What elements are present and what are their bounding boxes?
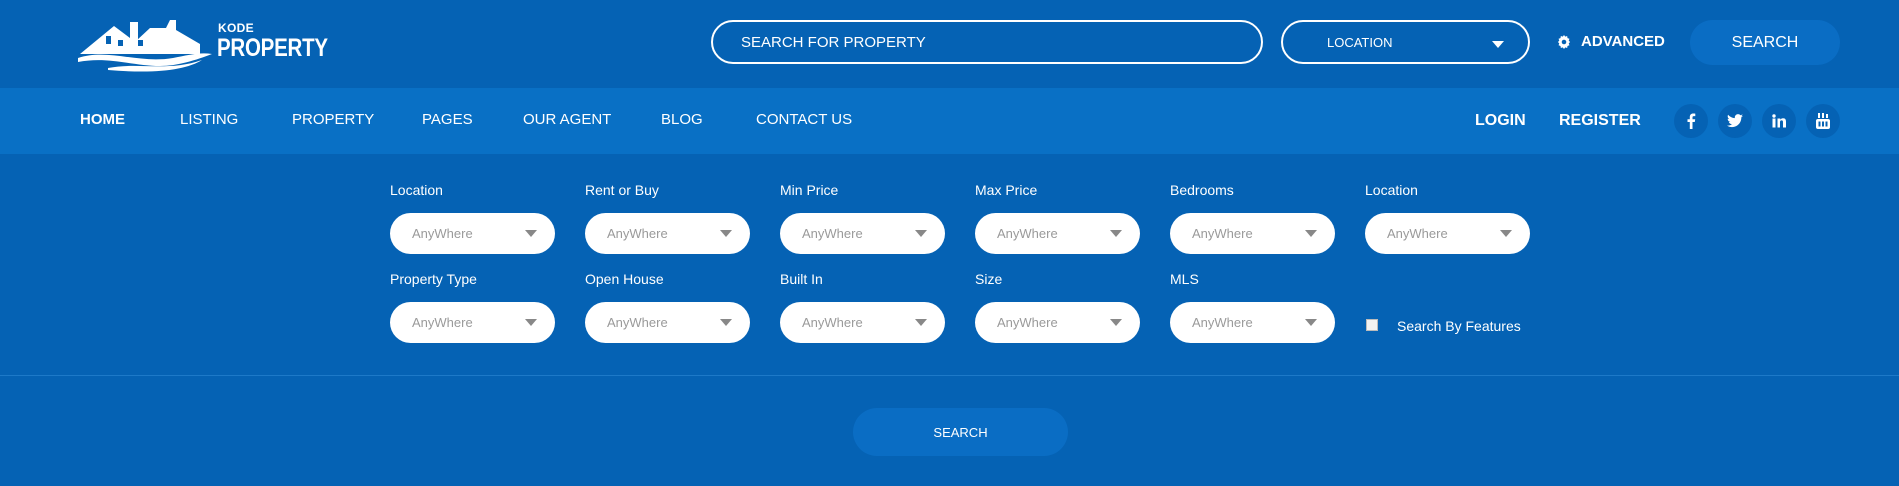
- nav-item-contact-us[interactable]: CONTACT US: [756, 111, 852, 128]
- header-search-button[interactable]: SEARCH: [1690, 20, 1840, 65]
- search-by-features-checkbox[interactable]: [1366, 319, 1378, 331]
- nav-item-property[interactable]: PROPERTY: [292, 111, 374, 128]
- chevron-down-icon: [1492, 41, 1504, 48]
- search-by-features-label[interactable]: Search By Features: [1397, 318, 1521, 334]
- chevron-down-icon: [915, 319, 927, 326]
- youtube-icon[interactable]: [1806, 104, 1840, 138]
- nav-item-blog[interactable]: BLOG: [661, 111, 703, 128]
- filter-label-mls: MLS: [1170, 271, 1199, 287]
- filter-label-location: Location: [390, 182, 443, 198]
- chevron-down-icon: [1305, 319, 1317, 326]
- rent-or-buy-select[interactable]: AnyWhere: [585, 213, 750, 254]
- gear-icon: [1557, 34, 1571, 49]
- facebook-icon[interactable]: [1674, 104, 1708, 138]
- filter-value: AnyWhere: [1192, 315, 1253, 330]
- chevron-down-icon: [720, 230, 732, 237]
- advanced-label: ADVANCED: [1581, 33, 1665, 50]
- chevron-down-icon: [1500, 230, 1512, 237]
- filter-value: AnyWhere: [412, 226, 473, 241]
- chevron-down-icon: [1305, 230, 1317, 237]
- nav-item-pages[interactable]: PAGES: [422, 111, 473, 128]
- location-select[interactable]: LOCATION: [1281, 20, 1530, 64]
- built-in-select[interactable]: AnyWhere: [780, 302, 945, 343]
- main-nav: HOME LISTING PROPERTY PAGES OUR AGENT BL…: [0, 88, 1899, 154]
- location-filter-select[interactable]: AnyWhere: [390, 213, 555, 254]
- register-link[interactable]: REGISTER: [1559, 112, 1641, 130]
- filter-value: AnyWhere: [607, 315, 668, 330]
- chevron-down-icon: [525, 319, 537, 326]
- chevron-down-icon: [720, 319, 732, 326]
- open-house-select[interactable]: AnyWhere: [585, 302, 750, 343]
- filter-label-size: Size: [975, 271, 1003, 287]
- property-type-select[interactable]: AnyWhere: [390, 302, 555, 343]
- nav-item-listing[interactable]: LISTING: [180, 111, 238, 128]
- filter-label-property-type: Property Type: [390, 271, 477, 287]
- max-price-select[interactable]: AnyWhere: [975, 213, 1140, 254]
- property-search-input[interactable]: [711, 20, 1263, 64]
- filter-label-bedrooms: Bedrooms: [1170, 182, 1234, 198]
- filter-value: AnyWhere: [997, 226, 1058, 241]
- chevron-down-icon: [525, 230, 537, 237]
- size-select[interactable]: AnyWhere: [975, 302, 1140, 343]
- logo-big-text: PROPERTY: [217, 34, 328, 62]
- min-price-select[interactable]: AnyWhere: [780, 213, 945, 254]
- filter-search-button[interactable]: SEARCH: [853, 408, 1068, 456]
- filter-value: AnyWhere: [412, 315, 473, 330]
- location-2-select[interactable]: AnyWhere: [1365, 213, 1530, 254]
- twitter-icon[interactable]: [1718, 104, 1752, 138]
- linkedin-icon[interactable]: [1762, 104, 1796, 138]
- filter-label-location-2: Location: [1365, 182, 1418, 198]
- nav-item-home[interactable]: HOME: [80, 111, 125, 128]
- nav-item-our-agent[interactable]: OUR AGENT: [523, 111, 611, 128]
- filter-label-min-price: Min Price: [780, 182, 839, 198]
- advanced-search-toggle[interactable]: ADVANCED: [1557, 33, 1665, 50]
- header: KODE PROPERTY LOCATION ADVANCED SEARCH: [0, 0, 1899, 88]
- filter-value: AnyWhere: [997, 315, 1058, 330]
- filter-value: AnyWhere: [1192, 226, 1253, 241]
- login-link[interactable]: LOGIN: [1475, 112, 1526, 130]
- filter-value: AnyWhere: [802, 315, 863, 330]
- chevron-down-icon: [1110, 230, 1122, 237]
- filter-label-built-in: Built In: [780, 271, 823, 287]
- location-select-label: LOCATION: [1327, 34, 1393, 50]
- house-logo-icon: [78, 20, 212, 72]
- logo[interactable]: KODE PROPERTY: [78, 14, 328, 74]
- filter-value: AnyWhere: [607, 226, 668, 241]
- chevron-down-icon: [1110, 319, 1122, 326]
- filter-label-rent-or-buy: Rent or Buy: [585, 182, 659, 198]
- logo-small-text: KODE: [218, 21, 254, 35]
- mls-select[interactable]: AnyWhere: [1170, 302, 1335, 343]
- chevron-down-icon: [915, 230, 927, 237]
- filter-label-open-house: Open House: [585, 271, 664, 287]
- bedrooms-select[interactable]: AnyWhere: [1170, 213, 1335, 254]
- filter-label-max-price: Max Price: [975, 182, 1038, 198]
- divider: [0, 375, 1899, 376]
- filter-value: AnyWhere: [1387, 226, 1448, 241]
- filter-value: AnyWhere: [802, 226, 863, 241]
